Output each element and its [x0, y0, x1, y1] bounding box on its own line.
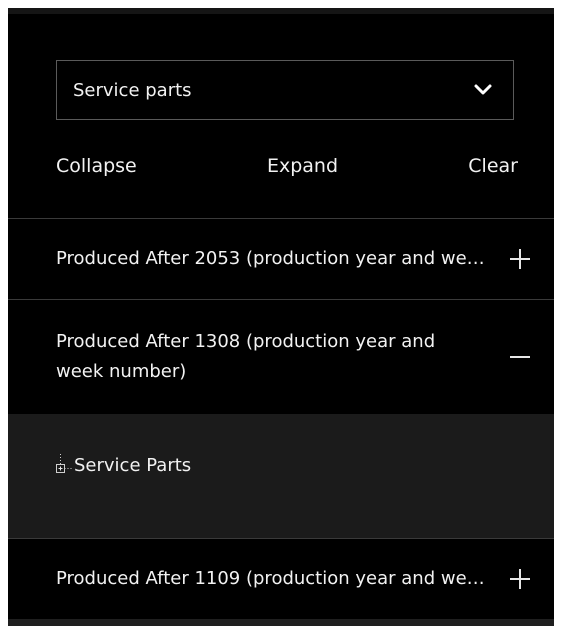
- dropdown-selected-value: Service parts: [73, 79, 192, 101]
- minus-icon[interactable]: [508, 345, 532, 369]
- accordion-title: Produced After 2053 (production year and…: [56, 248, 488, 269]
- tree-node-label: Service Parts: [74, 454, 192, 476]
- filter-panel: Service parts Collapse Expand Clear Prod…: [8, 8, 554, 626]
- accordion-title: Produced After 1308 (production year and…: [56, 331, 436, 382]
- accordion-item-1109[interactable]: Produced After 1109 (production year and…: [8, 539, 554, 619]
- panel-top-strip: [8, 8, 554, 14]
- plus-icon[interactable]: [508, 567, 532, 591]
- divider: [8, 619, 554, 626]
- plus-icon[interactable]: [508, 247, 532, 271]
- accordion-item-1308[interactable]: Produced After 1308 (production year and…: [8, 300, 554, 414]
- chevron-down-icon: [473, 83, 493, 97]
- accordion-expanded-content: Service Parts: [8, 414, 554, 538]
- accordion-title: Produced After 1109 (production year and…: [56, 568, 488, 589]
- expand-button[interactable]: Expand: [267, 155, 338, 177]
- tree-expand-icon[interactable]: [54, 454, 72, 476]
- collapse-button[interactable]: Collapse: [56, 155, 137, 177]
- accordion-item-2053[interactable]: Produced After 2053 (production year and…: [8, 219, 554, 299]
- clear-button[interactable]: Clear: [468, 155, 518, 177]
- tree-node-service-parts[interactable]: Service Parts: [54, 454, 191, 476]
- service-parts-dropdown[interactable]: Service parts: [56, 60, 514, 120]
- tree-actions-row: Collapse Expand Clear: [56, 148, 518, 184]
